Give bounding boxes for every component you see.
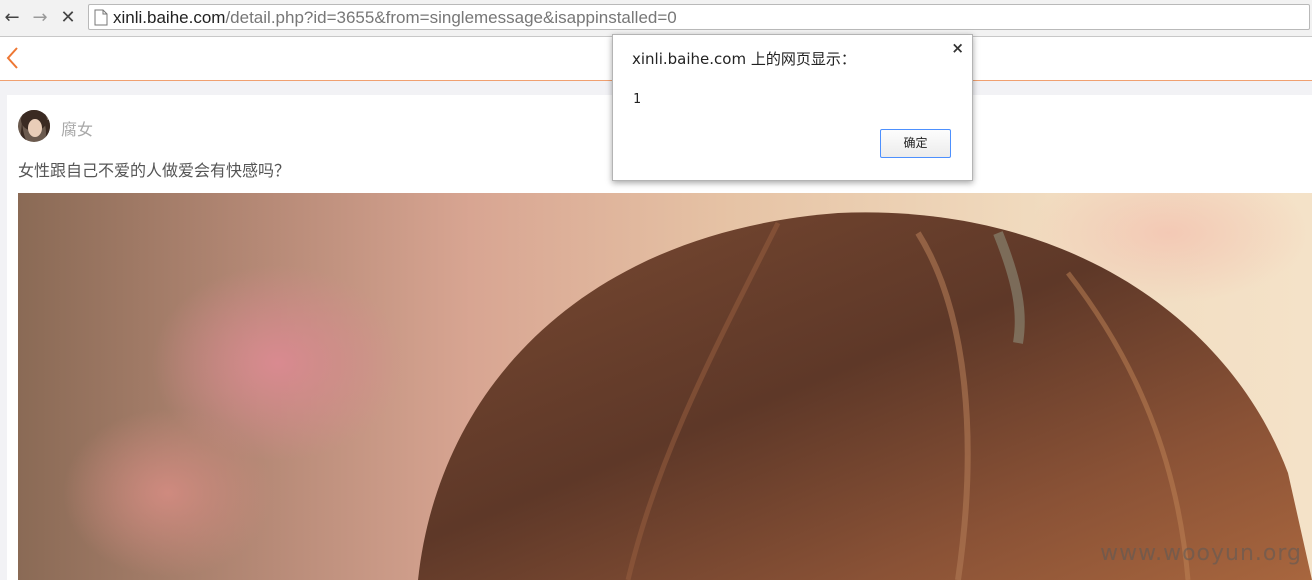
author-name[interactable]: 腐女	[61, 116, 93, 140]
page-icon	[94, 9, 108, 26]
url-host: xinli.baihe.com	[113, 8, 226, 27]
url-path: /detail.php?id=3655&from=singlemessage&i…	[225, 8, 677, 27]
post-title: 女性跟自己不爱的人做爱会有快感吗？	[18, 161, 291, 180]
author-avatar[interactable]	[18, 110, 50, 142]
ok-button[interactable]: 确定	[880, 129, 951, 158]
browser-toolbar: ← → ✕ xinli.baihe.com/detail.php?id=3655…	[0, 0, 1312, 37]
alert-dialog: xinli.baihe.com 上的网页显示： × 1 确定	[612, 34, 973, 181]
chevron-left-icon[interactable]	[4, 45, 22, 71]
address-bar[interactable]: xinli.baihe.com/detail.php?id=3655&from=…	[88, 4, 1310, 30]
dialog-message: 1	[633, 92, 641, 107]
post-photo: www.wooyun.org	[18, 193, 1312, 580]
forward-arrow-icon[interactable]: →	[30, 8, 50, 28]
url-text[interactable]: xinli.baihe.com/detail.php?id=3655&from=…	[113, 8, 677, 28]
stop-loading-icon[interactable]: ✕	[58, 8, 78, 28]
dialog-title: xinli.baihe.com 上的网页显示：	[632, 50, 856, 68]
watermark: www.wooyun.org	[1100, 541, 1302, 566]
close-icon[interactable]: ×	[951, 39, 964, 57]
back-arrow-icon[interactable]: ←	[2, 8, 22, 28]
